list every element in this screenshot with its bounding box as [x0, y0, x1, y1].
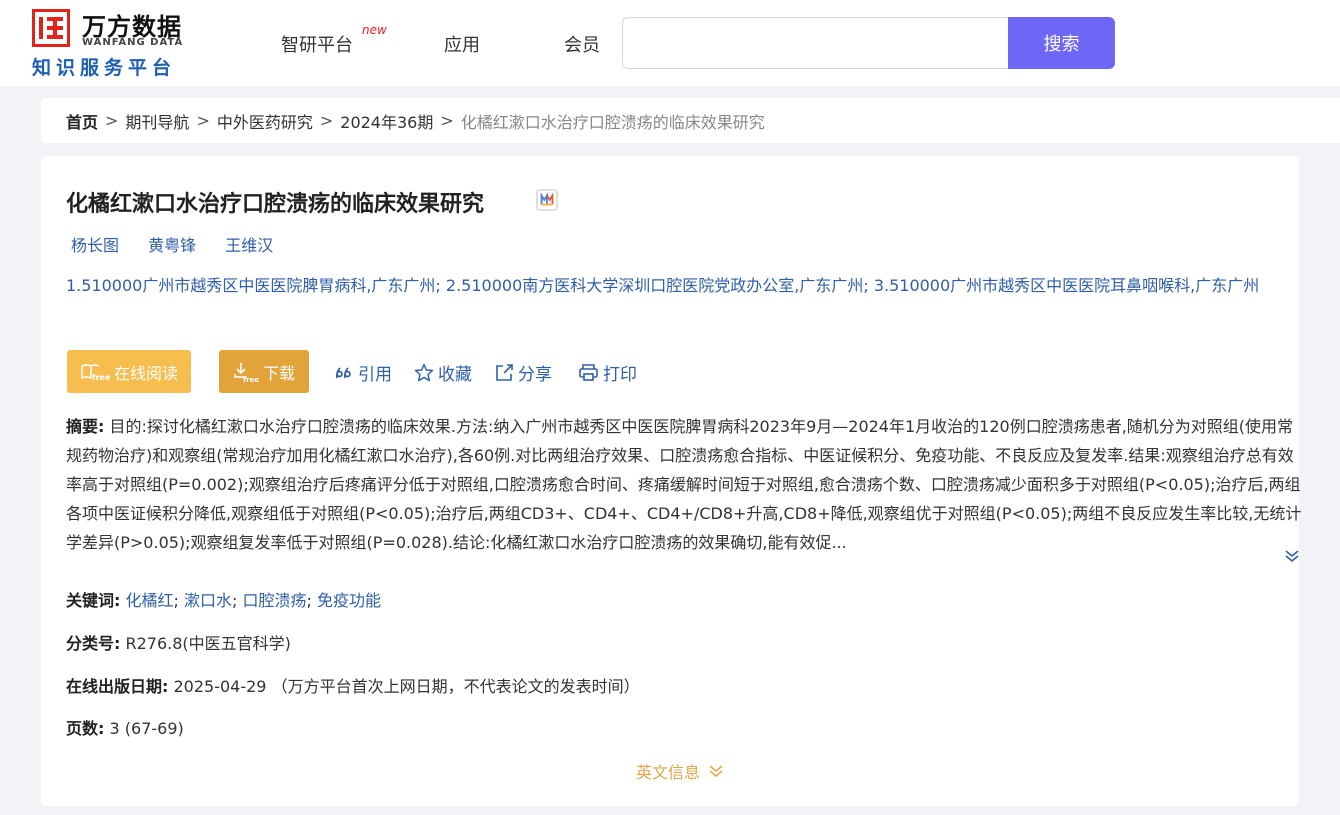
printer-icon [579, 364, 598, 381]
quote-icon [335, 366, 351, 378]
print-action[interactable]: 打印 [578, 360, 637, 385]
download-button[interactable]: free 下载 [219, 350, 309, 393]
cite-action[interactable]: 引用 [334, 360, 392, 385]
breadcrumb-journal[interactable]: 中外医药研究 [217, 109, 313, 133]
free-book-icon: free [81, 363, 110, 382]
breadcrumb: 首页 > 期刊导航 > 中外医药研究 > 2024年36期 > 化橘红漱口水治疗… [41, 98, 1340, 143]
breadcrumb-separator: > [319, 111, 334, 130]
nav-item-zhiyan[interactable]: 智研平台 [281, 31, 353, 57]
author-link[interactable]: 杨长图 [71, 236, 119, 255]
svg-text:free: free [92, 373, 110, 382]
wanfang-logo-icon [32, 9, 70, 47]
keyword-link[interactable]: 免疫功能 [317, 591, 381, 610]
publish-date-value: 2025-04-29 [173, 677, 267, 696]
search-input[interactable] [623, 18, 1012, 68]
read-online-button[interactable]: free 在线阅读 [67, 350, 191, 393]
download-icon: free [234, 362, 259, 383]
keywords-row: 关键词: 化橘红; 漱口水; 口腔溃疡; 免疫功能 [66, 591, 382, 610]
abstract: 摘要: 目的:探讨化橘红漱口水治疗口腔溃疡的临床效果.方法:纳入广州市越秀区中医… [66, 412, 1304, 557]
pages-label: 页数: [66, 719, 105, 738]
abstract-label: 摘要: [66, 417, 105, 436]
share-action[interactable]: 分享 [494, 360, 552, 385]
nav-item-apps[interactable]: 应用 [444, 31, 480, 57]
breadcrumb-home[interactable]: 首页 [66, 109, 98, 133]
affiliations[interactable]: 1.510000广州市越秀区中医医院脾胃病科,广东广州; 2.510000南方医… [66, 270, 1301, 302]
keywords-label: 关键词: [66, 591, 121, 610]
publish-date-row: 在线出版日期: 2025-04-29 （万方平台首次上网日期，不代表论文的发表时… [66, 673, 640, 697]
article-card: 化橘红漱口水治疗口腔溃疡的临床效果研究 杨长图 黄粤锋 王维汉 1.510000… [41, 156, 1301, 806]
collect-label: 收藏 [438, 365, 472, 385]
breadcrumb-separator: > [440, 111, 454, 130]
pages-value: 3 (67-69) [109, 719, 184, 738]
breadcrumb-separator: > [105, 111, 119, 130]
star-icon [414, 363, 434, 382]
search-box [622, 17, 1012, 69]
site-logo[interactable]: 万方数据 WANFANG DATA 知识服务平台 [32, 9, 202, 79]
publish-date-note: （万方平台首次上网日期，不代表论文的发表时间） [271, 677, 640, 696]
svg-text:free: free [243, 376, 259, 383]
keyword-link[interactable]: 口腔溃疡 [243, 591, 307, 610]
new-badge: new [362, 23, 387, 37]
breadcrumb-journal-nav[interactable]: 期刊导航 [125, 109, 189, 133]
search-button[interactable]: 搜索 [1008, 17, 1115, 69]
english-info-toggle[interactable]: 英文信息 [636, 759, 724, 783]
cite-label: 引用 [358, 365, 392, 385]
author-list: 杨长图 黄粤锋 王维汉 [71, 232, 297, 256]
expand-abstract-icon[interactable] [1284, 548, 1300, 564]
read-online-label: 在线阅读 [113, 363, 178, 383]
keyword-link[interactable]: 漱口水 [184, 591, 232, 610]
publish-date-label: 在线出版日期: [66, 677, 169, 696]
logo-en-text: WANFANG DATA [82, 37, 184, 48]
medline-badge-icon [536, 189, 558, 211]
classification-value: R276.8(中医五官科学) [125, 634, 291, 653]
download-label: 下载 [262, 363, 295, 383]
breadcrumb-separator: > [196, 111, 210, 130]
double-chevron-down-icon [709, 765, 723, 777]
breadcrumb-issue[interactable]: 2024年36期 [340, 109, 433, 133]
abstract-text: 目的:探讨化橘红漱口水治疗口腔溃疡的临床效果.方法:纳入广州市越秀区中医医院脾胃… [66, 417, 1302, 552]
share-icon [496, 364, 513, 381]
author-link[interactable]: 王维汉 [225, 236, 273, 255]
pages-row: 页数: 3 (67-69) [66, 715, 184, 739]
print-label: 打印 [603, 365, 637, 385]
author-link[interactable]: 黄粤锋 [148, 236, 196, 255]
english-info-label: 英文信息 [636, 763, 701, 782]
classification-row: 分类号: R276.8(中医五官科学) [66, 630, 291, 654]
classification-label: 分类号: [66, 634, 121, 653]
collect-action[interactable]: 收藏 [414, 360, 472, 385]
top-header: 万方数据 WANFANG DATA 知识服务平台 智研平台 new 应用 会员 … [0, 0, 1340, 86]
article-title: 化橘红漱口水治疗口腔溃疡的临床效果研究 [66, 192, 485, 217]
breadcrumb-current: 化橘红漱口水治疗口腔溃疡的临床效果研究 [460, 112, 765, 132]
keyword-link[interactable]: 化橘红 [126, 591, 174, 610]
logo-subtitle: 知识服务平台 [32, 57, 177, 79]
nav-item-member[interactable]: 会员 [564, 31, 600, 57]
share-label: 分享 [518, 365, 552, 385]
